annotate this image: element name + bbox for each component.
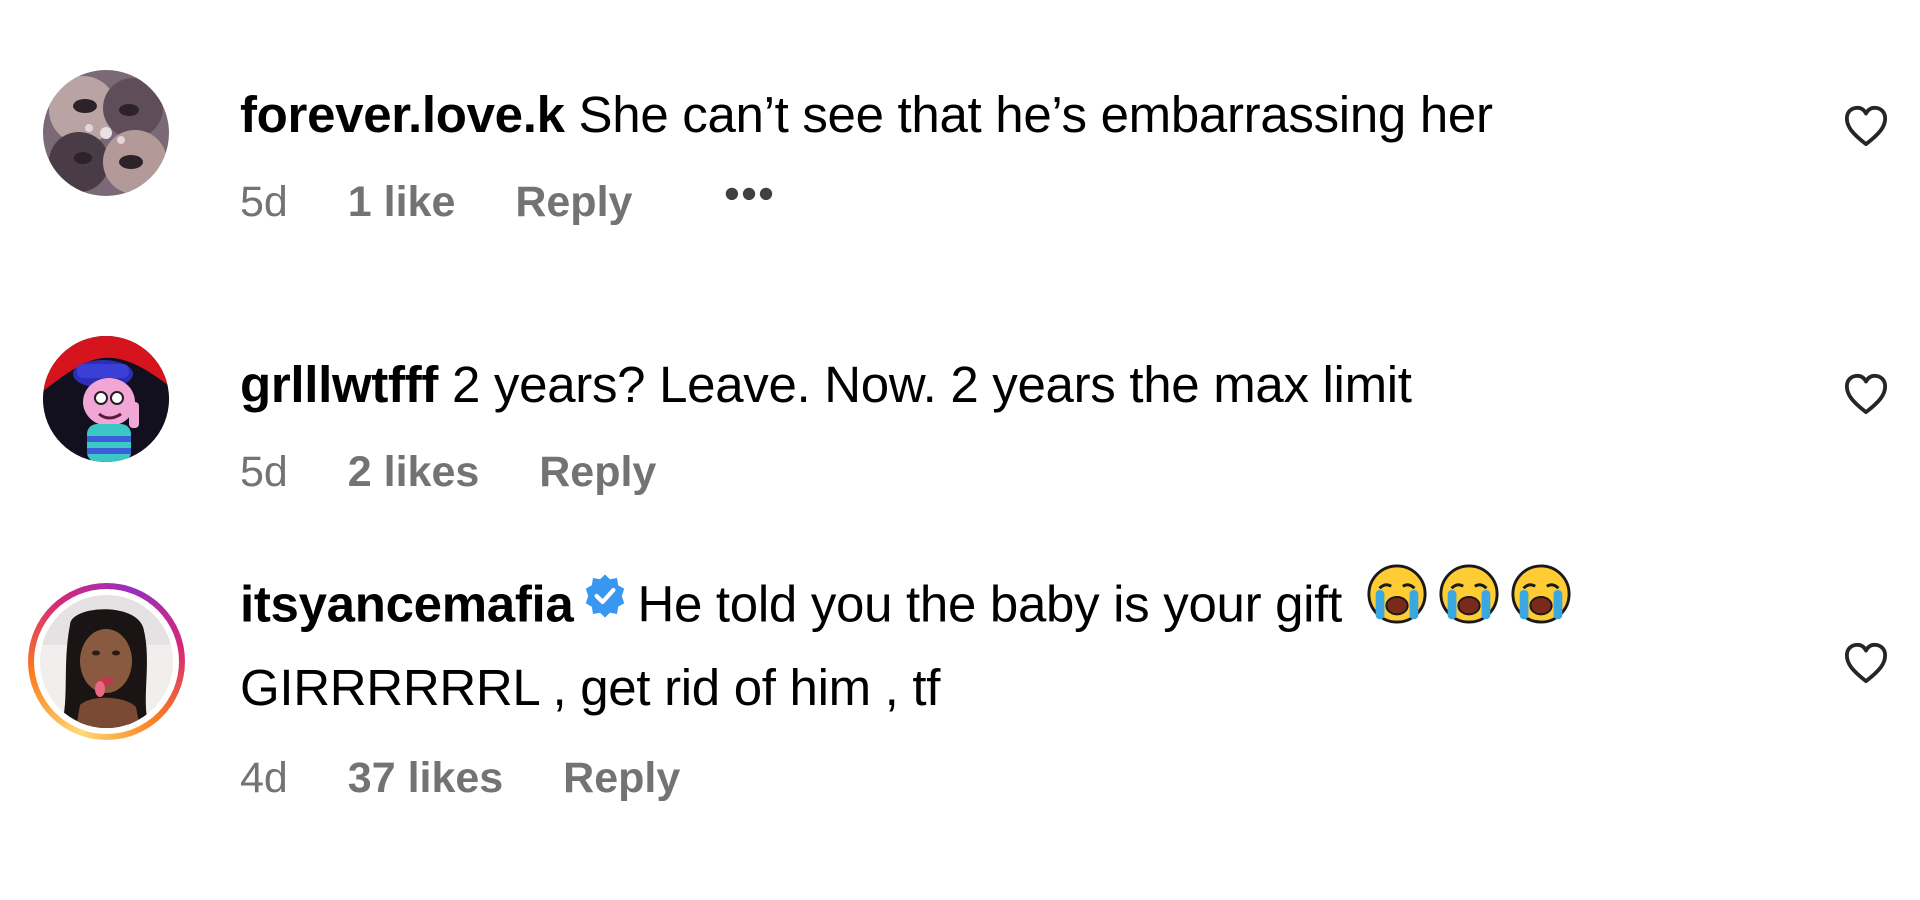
loudly-crying-face-icon	[1366, 563, 1428, 643]
heart-outline-icon[interactable]	[1843, 104, 1889, 148]
verified-badge-icon	[581, 568, 629, 638]
username-link[interactable]: itsyancemafia	[240, 575, 574, 632]
comment-body: itsyancemafia He told you the baby is you…	[240, 563, 1740, 723]
avatar[interactable]	[43, 70, 169, 196]
comment-meta: 5d 1 like Reply •••	[240, 170, 776, 232]
avatar[interactable]	[40, 595, 173, 728]
comment-text: She can’t see that he’s embarrassing her	[578, 86, 1493, 143]
avatar-cartoon-icon	[43, 336, 169, 462]
comment-time[interactable]: 5d	[240, 442, 288, 502]
comment-meta: 5d 2 likes Reply	[240, 442, 656, 502]
avatar[interactable]	[43, 336, 169, 462]
avatar-photo-icon	[40, 595, 173, 728]
comment-body: grlllwtfff 2 years? Leave. Now. 2 years …	[240, 350, 1740, 420]
username-link[interactable]: grlllwtfff	[240, 356, 438, 413]
reply-button[interactable]: Reply	[539, 442, 656, 502]
reply-button[interactable]: Reply	[563, 748, 680, 808]
story-ring[interactable]	[28, 583, 185, 740]
avatar-photo-icon	[43, 70, 169, 196]
reply-button[interactable]: Reply	[515, 172, 632, 232]
likes-count[interactable]: 2 likes	[348, 442, 480, 502]
comment-time[interactable]: 4d	[240, 748, 288, 808]
loudly-crying-face-icon	[1510, 563, 1572, 643]
username-link[interactable]: forever.love.k	[240, 86, 565, 143]
comment-body: forever.love.k She can’t see that he’s e…	[240, 80, 1740, 150]
comment-text: 2 years? Leave. Now. 2 years the max lim…	[452, 356, 1412, 413]
likes-count[interactable]: 1 like	[348, 172, 456, 232]
comment-text-line2: GIRRRRRRL , get rid of him , tf	[240, 659, 941, 716]
heart-outline-icon[interactable]	[1843, 372, 1889, 416]
heart-outline-icon[interactable]	[1843, 641, 1889, 685]
more-options-button[interactable]: •••	[724, 164, 775, 224]
comment-time[interactable]: 5d	[240, 172, 288, 232]
comment-meta: 4d 37 likes Reply	[240, 748, 680, 808]
loudly-crying-face-icon	[1438, 563, 1500, 643]
likes-count[interactable]: 37 likes	[348, 748, 503, 808]
comment-text: He told you the baby is your gift	[637, 575, 1342, 633]
